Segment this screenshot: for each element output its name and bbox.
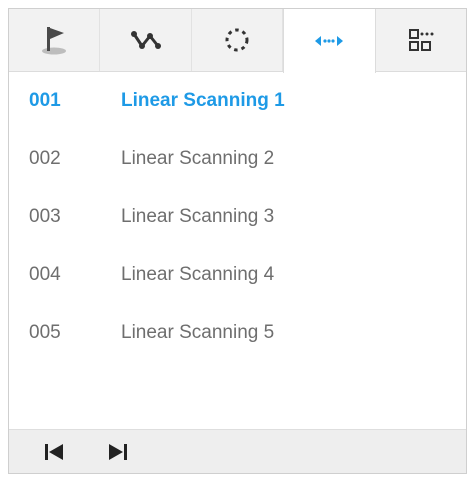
tour-path-icon <box>129 28 163 52</box>
tab-more[interactable] <box>376 9 466 71</box>
list-footer <box>9 429 466 473</box>
flag-icon <box>37 23 71 57</box>
linear-scan-panel: 001 Linear Scanning 1 002 Linear Scannin… <box>8 8 467 474</box>
tab-preset[interactable] <box>9 9 101 71</box>
item-number: 003 <box>29 206 61 227</box>
item-number: 001 <box>29 90 61 111</box>
item-name: Linear Scanning 3 <box>121 206 275 227</box>
list-item[interactable]: 005 Linear Scanning 5 <box>9 304 466 362</box>
item-name: Linear Scanning 4 <box>121 264 275 285</box>
tab-tour[interactable] <box>100 9 192 71</box>
first-page-button[interactable] <box>41 439 67 465</box>
item-name: Linear Scanning 1 <box>121 90 285 111</box>
list-item[interactable]: 003 Linear Scanning 3 <box>9 188 466 246</box>
last-page-button[interactable] <box>105 439 131 465</box>
skip-last-icon <box>107 442 129 462</box>
left-right-arrows-icon <box>312 31 346 51</box>
item-name: Linear Scanning 2 <box>121 148 275 169</box>
list-item[interactable]: 002 Linear Scanning 2 <box>9 130 466 188</box>
item-number: 004 <box>29 264 61 285</box>
list-item[interactable]: 004 Linear Scanning 4 <box>9 246 466 304</box>
tab-pattern[interactable] <box>192 9 284 71</box>
list-item[interactable]: 001 Linear Scanning 1 <box>9 72 466 130</box>
item-number: 005 <box>29 322 61 343</box>
tab-linear-scan[interactable] <box>283 9 376 73</box>
item-number: 002 <box>29 148 61 169</box>
item-name: Linear Scanning 5 <box>121 322 275 343</box>
dotted-circle-icon <box>222 25 252 55</box>
tab-bar <box>9 9 466 73</box>
linear-scan-list: 001 Linear Scanning 1 002 Linear Scannin… <box>9 72 466 362</box>
skip-first-icon <box>43 442 65 462</box>
grid-more-icon <box>407 27 435 53</box>
